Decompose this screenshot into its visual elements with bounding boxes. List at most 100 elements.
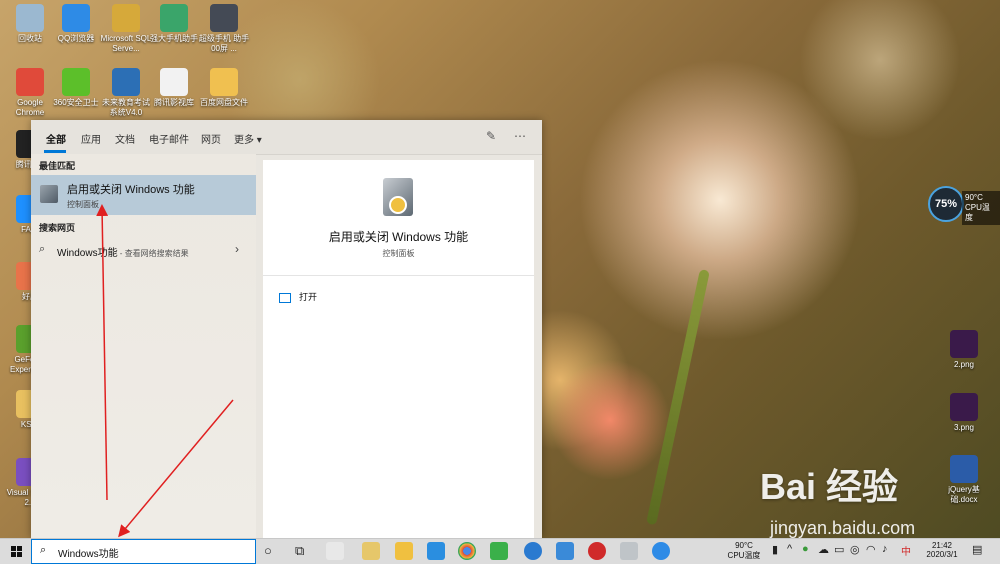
desktop-icon[interactable]: 未来教育考试系统V4.0 [100,68,152,118]
tray-cpu-temp: 90°C CPU温度 [726,541,762,561]
ime-icon[interactable]: 中 [901,543,911,558]
wallpaper-stem [646,268,710,526]
feedback-icon[interactable]: ✎ [486,129,496,143]
desktop-app-icon [112,4,140,32]
volume-icon[interactable]: ♪ [882,543,888,555]
cortana-icon[interactable]: ○ [264,543,272,558]
battery-icon[interactable]: ▮ [772,543,778,556]
desktop-icon[interactable]: 回收站 [4,4,56,44]
baidu-watermark: Bai 经验 [760,466,899,507]
chevron-right-icon[interactable]: › [235,242,239,256]
taskbar-search-box[interactable]: ⌕ Windows功能 [31,539,256,564]
network-icon[interactable]: ▭ [834,543,844,556]
edge-icon[interactable] [524,542,542,560]
desktop-app-icon [160,4,188,32]
clock[interactable]: 21:42 2020/3/1 [920,541,964,559]
desktop-icon-label: jQuery基础.docx [948,485,980,504]
active-tab-indicator [44,150,66,153]
desktop-icon[interactable]: 百度网盘文件 [198,68,250,108]
desktop-icon-label: Google Chrome [15,98,45,117]
tab-email[interactable]: 电子邮件 [149,131,189,146]
taskbar-app-icon[interactable] [620,542,638,560]
desktop-icon-label: 强大手机助手 [150,34,198,43]
file-icon [950,455,978,483]
qq-browser-icon[interactable] [652,542,670,560]
start-search-panel: 全部 应用 文档 电子邮件 网页 更多 ▾ ✎ ⋯ 最佳匹配 启用或关闭 Win… [31,120,542,538]
tray-app-icon[interactable]: ● [802,543,809,555]
tray-app-icon[interactable]: ◎ [850,543,860,556]
file-explorer-icon[interactable] [395,542,413,560]
open-icon [279,292,291,303]
baidu-watermark-url: jingyan.baidu.com [770,518,916,538]
web-result-suffix: - 查看网络搜索结果 [117,249,189,258]
taskbar-app-icon[interactable] [362,542,380,560]
desktop-icon-label: Microsoft SQL Serve... [100,34,152,53]
web-search-result[interactable]: ⌕ Windows功能 - 查看网络搜索结果 › [31,239,256,261]
best-match-item[interactable]: 启用或关闭 Windows 功能 控制面板 [31,175,256,215]
web-search-heading: 搜索网页 [39,223,76,233]
more-options-icon[interactable]: ⋯ [514,129,526,143]
web-result-text: Windows功能 - 查看网络搜索结果 [57,244,189,259]
desktop-file-icon[interactable]: jQuery基础.docx [938,455,990,505]
taskbar-app-icon[interactable] [556,542,574,560]
detail-subtitle: 控制面板 [382,249,415,258]
desktop-file-icon[interactable]: 3.png [938,393,990,433]
desktop-app-icon [16,68,44,96]
tray-cpu-temp-label: CPU温度 [727,551,761,560]
windows-features-icon [40,185,58,203]
desktop-icon-label: QQ浏览器 [57,34,95,43]
desktop-icon[interactable]: 360安全卫士 [50,68,102,108]
desktop-app-icon [62,4,90,32]
desktop-app-icon [16,4,44,32]
task-view-icon[interactable]: ⧉ [295,543,304,559]
results-list: 最佳匹配 启用或关闭 Windows 功能 控制面板 搜索网页 ⌕ Window… [31,154,256,538]
open-action[interactable]: 打开 [279,290,317,303]
cpu-gauge[interactable]: 75% [928,186,964,222]
windows-features-large-icon [383,178,413,216]
desktop-icon[interactable]: QQ浏览器 [50,4,102,44]
search-icon: ⌕ [40,544,47,556]
search-icon: ⌕ [39,243,46,255]
open-label: 打开 [299,292,318,302]
chrome-icon[interactable] [458,542,476,560]
tab-more[interactable]: 更多 ▾ [234,131,262,146]
cloud-icon[interactable]: ☁ [818,543,829,556]
desktop-app-icon [210,68,238,96]
tray-cpu-temp-value: 90°C [735,541,753,550]
desktop-icon[interactable]: 超级手机 助手 00屏 ... [198,4,250,54]
start-button[interactable] [11,546,23,558]
cpu-gauge-label: 90°C CPU温度 [962,191,1000,225]
desktop-icon-label: 腾讯影视库 [154,98,194,107]
desktop-icon[interactable]: 腾讯影视库 [148,68,200,108]
best-match-title: 启用或关闭 Windows 功能 [67,184,195,196]
notification-icon[interactable]: ▤ [972,543,982,556]
desktop-file-icon[interactable]: 2.png [938,330,990,370]
desktop-icon[interactable]: 强大手机助手 [148,4,200,44]
tab-documents[interactable]: 文档 [115,131,135,146]
desktop-icon-label: 360安全卫士 [53,98,99,107]
media-player-icon[interactable] [490,542,508,560]
desktop-icon[interactable]: Google Chrome [4,68,56,118]
tab-web[interactable]: 网页 [201,131,221,146]
tab-all[interactable]: 全部 [46,131,66,146]
tray-arrow-icon[interactable]: ^ [787,543,792,555]
desktop-icon[interactable]: Microsoft SQL Serve... [100,4,152,54]
desktop-app-icon [112,68,140,96]
detail-title: 启用或关闭 Windows 功能 [328,230,469,244]
wifi-icon[interactable]: ◠ [866,543,876,556]
taskbar-app-icon[interactable] [326,542,344,560]
result-detail-pane: 启用或关闭 Windows 功能 控制面板 打开 [263,160,534,538]
desktop-icon-label: 3.png [953,423,975,432]
best-match-subtitle: 控制面板 [67,200,99,209]
desktop-icon-label: 超级手机 助手 00屏 ... [198,34,250,53]
search-filter-tabs: 全部 应用 文档 电子邮件 网页 更多 ▾ ✎ ⋯ [31,120,542,155]
tab-apps[interactable]: 应用 [81,131,101,146]
desktop-icon-label: 回收站 [18,34,42,43]
taskbar: ⌕ Windows功能 ○ ⧉ 90°C CPU温度 ▮ ^ ● ☁ ▭ ◎ ◠… [0,538,1000,564]
search-input-value[interactable]: Windows功能 [58,545,119,560]
file-icon [950,393,978,421]
desktop-app-icon [160,68,188,96]
clock-date: 2020/3/1 [926,550,958,559]
netease-music-icon[interactable] [588,542,606,560]
store-icon[interactable] [427,542,445,560]
